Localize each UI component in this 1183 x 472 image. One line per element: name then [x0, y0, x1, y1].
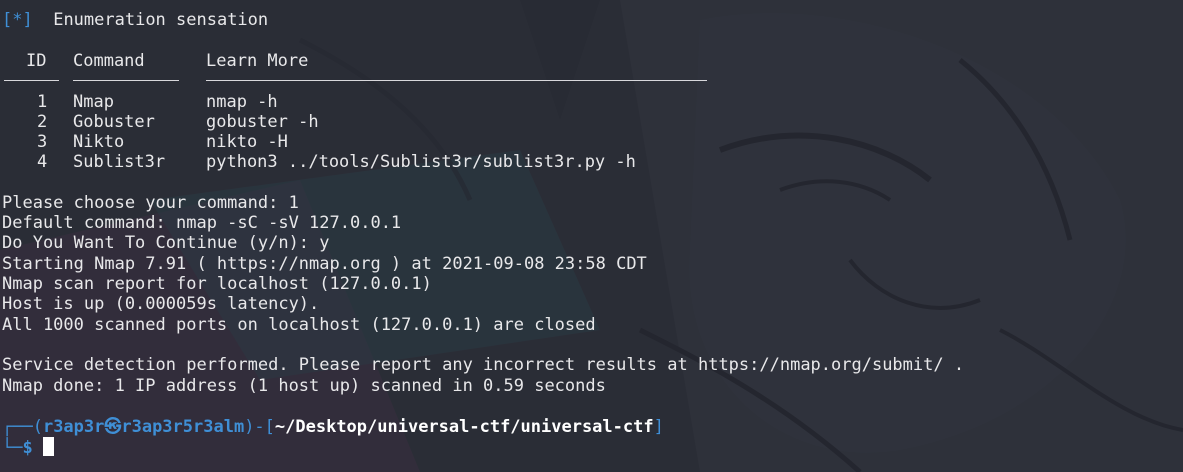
row-3-command: Nikto — [73, 132, 125, 152]
row-1-id: 1 — [37, 92, 48, 112]
output-ports: All 1000 scanned ports on localhost (127… — [2, 315, 596, 335]
output-scan-report: Nmap scan report for localhost (127.0.0.… — [2, 274, 432, 294]
header-id-underline — [4, 80, 59, 81]
prompt-mid: )-[ — [244, 417, 275, 437]
row-3-learn-more: nikto -H — [206, 132, 288, 152]
output-choose: Please choose your command: 1 — [2, 193, 299, 213]
header-id: ID — [26, 51, 47, 71]
row-2-command: Gobuster — [73, 112, 155, 132]
row-3-id: 3 — [37, 132, 48, 152]
header-command-underline — [73, 80, 179, 81]
row-2-learn-more: gobuster -h — [206, 112, 319, 132]
row-1-learn-more: nmap -h — [206, 92, 278, 112]
prompt-line-top: ┌──(r3ap3r㉿r3ap3r5r3alm)-[~/Desktop/univ… — [2, 417, 664, 437]
header-command: Command — [73, 51, 145, 71]
row-2-id: 2 — [37, 112, 48, 132]
header-learn-more-underline — [206, 80, 707, 81]
row-4-command: Sublist3r — [73, 152, 166, 172]
prompt-top-left: ┌──( — [2, 417, 43, 437]
row-4-learn-more: python3 ../tools/Sublist3r/sublist3r.py … — [206, 152, 636, 172]
banner-line: [*] Enumeration sensation — [2, 10, 268, 30]
output-default-command: Default command: nmap -sC -sV 127.0.0.1 — [2, 213, 402, 233]
prompt-bottom-left: └─ — [2, 438, 23, 458]
prompt-path: ~/Desktop/universal-ctf/universal-ctf — [274, 417, 654, 437]
prompt-line-bottom[interactable]: └─$ — [2, 437, 54, 458]
terminal-content: [*] Enumeration sensation ID Command Lea… — [0, 0, 1183, 472]
prompt-user-host: r3ap3r㉿r3ap3r5r3alm — [42, 417, 245, 437]
output-continue: Do You Want To Continue (y/n): y — [2, 233, 330, 253]
banner-marker: [*] — [2, 10, 33, 30]
row-4-id: 4 — [37, 152, 48, 172]
output-service-detection: Service detection performed. Please repo… — [2, 355, 965, 375]
header-learn-more: Learn More — [206, 51, 309, 71]
prompt-symbol: $ — [22, 438, 33, 458]
output-nmap-done: Nmap done: 1 IP address (1 host up) scan… — [2, 376, 606, 396]
output-starting: Starting Nmap 7.91 ( https://nmap.org ) … — [2, 254, 647, 274]
banner-text: Enumeration sensation — [53, 10, 269, 30]
prompt-close: ] — [653, 417, 664, 437]
terminal-window[interactable]: [*] Enumeration sensation ID Command Lea… — [0, 0, 1183, 472]
text-cursor[interactable] — [42, 437, 54, 456]
output-host-up: Host is up (0.000059s latency). — [2, 294, 320, 314]
row-1-command: Nmap — [73, 92, 114, 112]
